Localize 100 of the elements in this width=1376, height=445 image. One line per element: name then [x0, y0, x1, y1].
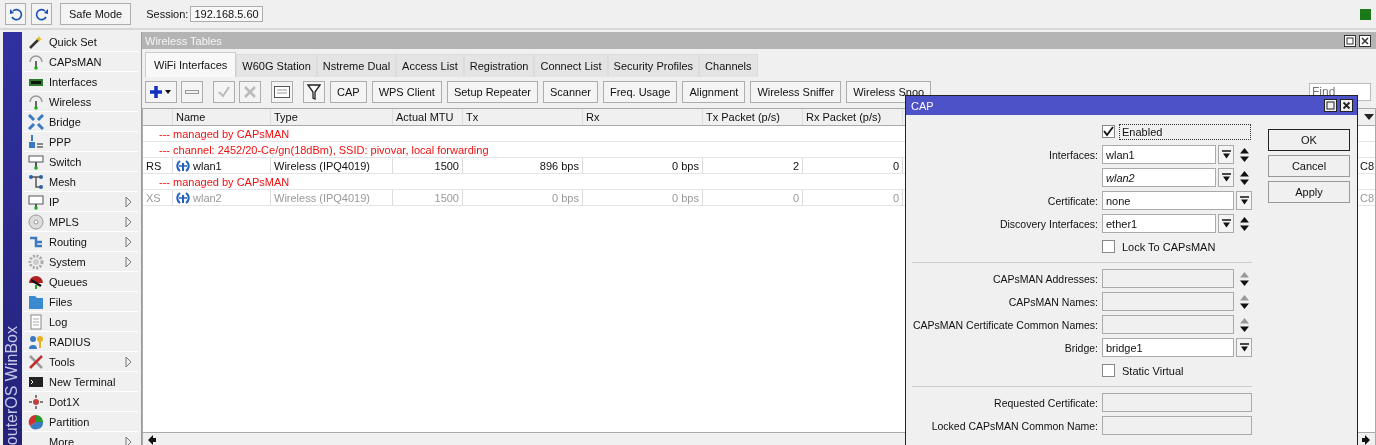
toolbar-button[interactable]: Wireless Sniffer — [750, 81, 842, 103]
dialog-button[interactable]: OK — [1268, 129, 1350, 151]
list-field[interactable] — [1102, 315, 1234, 334]
arrows-icon — [28, 113, 44, 130]
status-icon — [1360, 8, 1371, 20]
select-field[interactable]: wlan2 — [1102, 168, 1216, 187]
dropdown-button[interactable] — [1218, 145, 1234, 164]
remove-button[interactable] — [181, 81, 203, 103]
column-header[interactable]: Rx Packet (p/s) — [803, 109, 903, 125]
tab[interactable]: Registration — [463, 54, 535, 77]
column-header[interactable]: Name — [173, 109, 271, 125]
up-down-icon[interactable] — [1239, 169, 1250, 186]
up-down-icon[interactable] — [1239, 316, 1250, 333]
sidebar-item[interactable]: More — [24, 432, 138, 445]
session-field[interactable]: 192.168.5.60 — [190, 6, 263, 22]
tab[interactable]: Connect List — [534, 54, 608, 77]
toolbar-button[interactable]: Setup Repeater — [446, 81, 538, 103]
wireless-icon — [176, 191, 190, 204]
restore-icon[interactable] — [1324, 99, 1337, 112]
dialog-button[interactable]: Apply — [1268, 181, 1350, 203]
safe-mode-button[interactable]: Safe Mode — [60, 3, 132, 25]
dropdown-icon — [1239, 196, 1249, 205]
column-header[interactable]: Type — [271, 109, 393, 125]
table-cell: C8 — [1359, 191, 1374, 204]
undo-button[interactable] — [5, 3, 26, 25]
redo-button[interactable] — [31, 3, 52, 25]
column-header[interactable]: Actual MTU — [393, 109, 463, 125]
table-cell: 896 bps — [539, 159, 579, 172]
comment-button[interactable] — [271, 81, 293, 103]
list-field[interactable] — [1102, 292, 1234, 311]
gear-icon — [28, 253, 44, 270]
wireless-icon — [176, 159, 190, 172]
column-header[interactable]: Rx — [583, 109, 703, 125]
checkbox[interactable] — [1102, 364, 1115, 377]
sidebar-item[interactable]: Routing — [24, 232, 138, 252]
sidebar-item[interactable]: RADIUS — [24, 332, 138, 352]
sidebar-item[interactable]: Log — [24, 312, 138, 332]
select-field[interactable]: none — [1102, 191, 1234, 210]
checkbox-label: Enabled — [1120, 124, 1250, 139]
add-button[interactable] — [145, 81, 177, 103]
cross-icon — [243, 85, 257, 99]
sidebar-item[interactable]: Tools — [24, 352, 138, 372]
tab[interactable]: W60G Station — [236, 54, 317, 77]
plus-icon — [150, 85, 172, 99]
tab[interactable]: Channels — [699, 54, 758, 77]
dialog-button[interactable]: Cancel — [1268, 155, 1350, 177]
field-label: Bridge: — [1064, 341, 1098, 354]
up-down-icon[interactable] — [1239, 215, 1250, 232]
left-arrow-icon[interactable] — [147, 434, 157, 445]
select-field[interactable]: bridge1 — [1102, 338, 1234, 357]
sidebar-item[interactable]: New Terminal — [24, 372, 138, 392]
restore-icon[interactable] — [1344, 34, 1356, 47]
toolbar-button[interactable]: CAP — [330, 81, 367, 103]
column-header[interactable]: Tx — [463, 109, 583, 125]
close-icon[interactable] — [1359, 34, 1371, 47]
sidebar-item[interactable]: Queues — [24, 272, 138, 292]
up-down-icon[interactable] — [1239, 293, 1250, 310]
sidebar-item[interactable]: Switch — [24, 152, 138, 172]
checkbox[interactable] — [1102, 240, 1115, 253]
sidebar-item[interactable]: IP — [24, 192, 138, 212]
sidebar-item[interactable]: Interfaces — [24, 72, 138, 92]
toolbar-button[interactable]: WPS Client — [371, 81, 442, 103]
column-header[interactable]: Tx Packet (p/s) — [703, 109, 803, 125]
table-cell: 0 — [792, 191, 799, 204]
field-label: Discovery Interfaces: — [999, 217, 1098, 230]
sidebar-item[interactable]: Partition — [24, 412, 138, 432]
sidebar-item[interactable]: Quick Set — [24, 32, 138, 52]
comment-text: --- managed by CAPsMAN — [159, 175, 290, 188]
column-menu-icon[interactable] — [1364, 114, 1374, 120]
select-field[interactable]: wlan1 — [1102, 145, 1216, 164]
list-field[interactable] — [1102, 269, 1234, 288]
sidebar-item[interactable]: MPLS — [24, 212, 138, 232]
tab[interactable]: Nstreme Dual — [316, 54, 397, 77]
dropdown-button[interactable] — [1218, 214, 1234, 233]
sidebar-item[interactable]: Files — [24, 292, 138, 312]
dropdown-button[interactable] — [1218, 168, 1234, 187]
table-cell: 0 bps — [552, 191, 579, 204]
sidebar-item[interactable]: Bridge — [24, 112, 138, 132]
sidebar-item[interactable]: Wireless — [24, 92, 138, 112]
filter-button[interactable] — [303, 81, 325, 103]
sidebar-item[interactable]: Mesh — [24, 172, 138, 192]
checkbox[interactable] — [1102, 125, 1115, 138]
right-arrow-icon[interactable] — [1361, 434, 1371, 445]
session-label: Session: — [146, 8, 189, 20]
sidebar-item[interactable]: System — [24, 252, 138, 272]
tab[interactable]: Security Profiles — [607, 54, 700, 77]
sidebar-item[interactable]: Dot1X — [24, 392, 138, 412]
tab[interactable]: Access List — [396, 54, 464, 77]
up-down-icon[interactable] — [1239, 146, 1250, 163]
toolbar-button[interactable]: Freq. Usage — [602, 81, 678, 103]
select-field[interactable]: ether1 — [1102, 214, 1216, 233]
sidebar-item[interactable]: PPP — [24, 132, 138, 152]
close-icon[interactable] — [1340, 99, 1353, 112]
sidebar-item[interactable]: CAPsMAN — [24, 52, 138, 72]
dropdown-button[interactable] — [1236, 191, 1252, 210]
up-down-icon[interactable] — [1239, 270, 1250, 287]
toolbar-button[interactable]: Alignment — [682, 81, 746, 103]
dropdown-button[interactable] — [1236, 338, 1252, 357]
tab[interactable]: WiFi Interfaces — [145, 52, 237, 77]
toolbar-button[interactable]: Scanner — [542, 81, 598, 103]
